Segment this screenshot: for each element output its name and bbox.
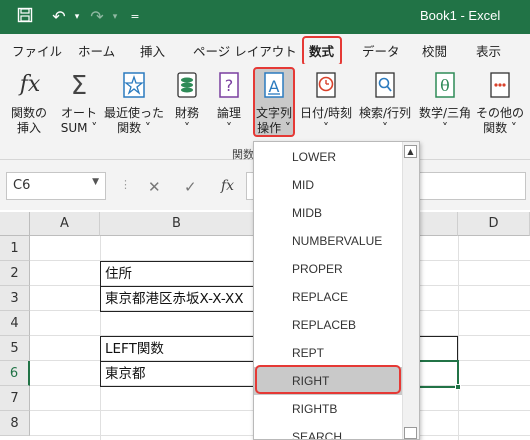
lookup-icon	[374, 72, 396, 102]
row-header-5[interactable]: 5	[0, 336, 30, 361]
column-header-a[interactable]: A	[30, 212, 100, 236]
name-box-value: C6	[13, 178, 31, 193]
enter-icon[interactable]: ✓	[184, 178, 197, 196]
window-title: Book1 - Excel	[420, 8, 501, 23]
right-item-highlight	[255, 365, 401, 394]
tab-file[interactable]: ファイル	[12, 41, 62, 60]
row-header-7[interactable]: 7	[0, 386, 30, 411]
more-functions-button[interactable]: その他の 関数 ˅	[474, 68, 526, 146]
logical-button[interactable]: ? 論理 ˅	[210, 68, 248, 146]
recent-functions-button[interactable]: 最近使った 関数 ˅	[104, 68, 164, 146]
function-item-rightb[interactable]: RIGHTB	[254, 395, 404, 423]
tab-review[interactable]: 校閲	[422, 41, 447, 60]
column-header-b[interactable]: B	[100, 212, 254, 236]
more-icon	[489, 72, 511, 102]
row-header-1[interactable]: 1	[0, 236, 30, 261]
tab-data[interactable]: データ	[362, 41, 400, 60]
dropdown-scrollbar[interactable]	[402, 142, 419, 439]
function-item-numbervalue[interactable]: NUMBERVALUE	[254, 227, 404, 255]
money-icon	[176, 72, 198, 102]
active-tab-highlight	[302, 36, 342, 66]
chevron-down-icon[interactable]: ▼	[92, 177, 99, 187]
function-item-mid[interactable]: MID	[254, 171, 404, 199]
text-functions-button[interactable]: A 文字列 操作 ˅	[254, 68, 294, 146]
tab-home[interactable]: ホーム	[78, 41, 115, 60]
row-header-3[interactable]: 3	[0, 286, 30, 311]
function-item-replaceb[interactable]: REPLACEB	[254, 311, 404, 339]
function-item-replace[interactable]: REPLACE	[254, 283, 404, 311]
tab-view[interactable]: 表示	[476, 41, 501, 60]
more-options-icon[interactable]: ⋮	[120, 178, 131, 191]
title-bar: ↶ ▾ ↷ ▾ = Book1 - Excel	[0, 0, 530, 34]
column-header-d[interactable]: D	[458, 212, 530, 236]
text-a-icon: A	[263, 72, 285, 102]
cell-c5-border	[418, 336, 458, 362]
select-all-corner[interactable]	[0, 212, 30, 236]
text-functions-dropdown: LOWER MID MIDB NUMBERVALUE PROPER REPLAC…	[253, 141, 420, 440]
svg-text:A: A	[269, 77, 280, 96]
function-item-midb[interactable]: MIDB	[254, 199, 404, 227]
autosum-button[interactable]: Σ オート SUM ˅	[56, 68, 102, 146]
theta-icon: θ	[434, 72, 456, 102]
row-header-6[interactable]: 6	[0, 361, 30, 386]
undo-dropdown-icon[interactable]: ▾	[66, 7, 88, 27]
question-icon: ?	[218, 72, 240, 102]
cell-b5[interactable]: LEFT関数	[100, 336, 258, 362]
redo-dropdown-icon[interactable]: ▾	[104, 7, 126, 27]
clock-icon	[315, 72, 337, 102]
tab-insert[interactable]: 挿入	[140, 41, 165, 60]
name-box[interactable]: C6 ▼	[6, 172, 106, 200]
active-cell-c6[interactable]	[418, 360, 459, 388]
scroll-thumb[interactable]	[404, 427, 417, 439]
cancel-icon[interactable]: ✕	[148, 178, 161, 196]
star-icon	[123, 72, 145, 102]
fx-icon: fx	[19, 72, 41, 97]
tab-page-layout[interactable]: ページ レイアウト	[193, 41, 297, 60]
row-header-4[interactable]: 4	[0, 311, 30, 336]
date-time-button[interactable]: 日付/時刻 ˅	[296, 68, 356, 146]
function-item-search[interactable]: SEARCH	[254, 423, 404, 439]
lookup-reference-button[interactable]: 検索/行列 ˅	[356, 68, 414, 146]
save-icon[interactable]	[14, 7, 36, 27]
svg-text:θ: θ	[440, 76, 450, 95]
row-header-8[interactable]: 8	[0, 411, 30, 436]
function-item-rept[interactable]: REPT	[254, 339, 404, 367]
ribbon-tabs: ファイル ホーム 挿入 ページ レイアウト 数式 データ 校閲 表示	[0, 34, 530, 64]
customize-toolbar-icon[interactable]: =	[124, 7, 146, 27]
row-header-2[interactable]: 2	[0, 261, 30, 286]
svg-text:?: ?	[225, 76, 234, 95]
math-trig-button[interactable]: θ 数学/三角 ˅	[416, 68, 474, 146]
cell-b2[interactable]: 住所	[100, 261, 258, 287]
insert-function-button[interactable]: fx 関数の 挿入	[6, 68, 52, 146]
scroll-up-icon[interactable]: ▲	[404, 145, 417, 158]
grid-line	[458, 236, 459, 440]
cell-b3[interactable]: 東京都港区赤坂X-X-XX	[100, 286, 258, 312]
cell-b6[interactable]: 東京都	[100, 361, 258, 387]
fill-handle[interactable]	[455, 384, 461, 390]
financial-button[interactable]: 財務 ˅	[168, 68, 206, 146]
insert-function-icon[interactable]: fx	[221, 178, 234, 194]
function-item-lower[interactable]: LOWER	[254, 143, 404, 171]
function-item-proper[interactable]: PROPER	[254, 255, 404, 283]
sigma-icon: Σ	[70, 71, 88, 101]
